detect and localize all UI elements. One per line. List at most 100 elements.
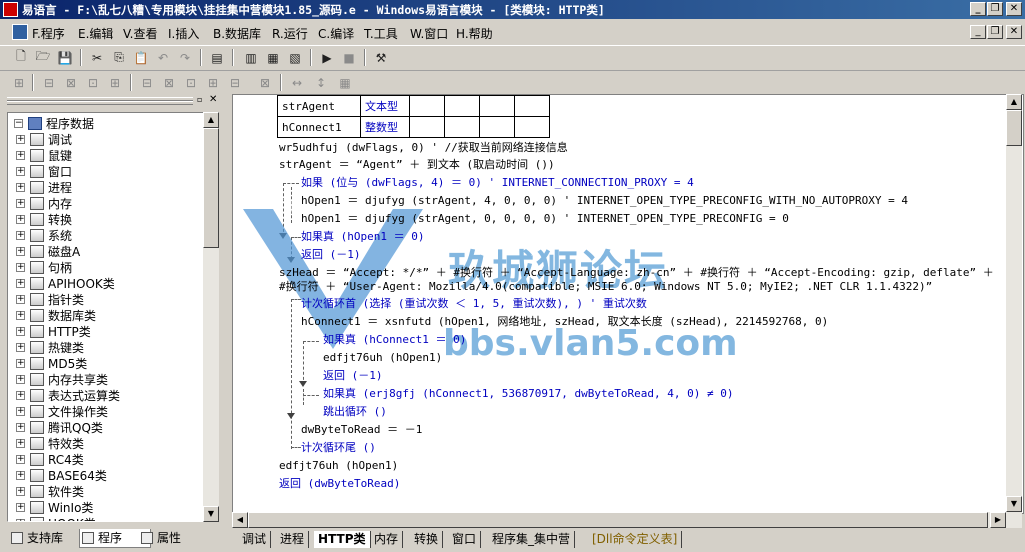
- menu-window[interactable]: W.窗口: [410, 25, 448, 42]
- paste-icon[interactable]: 📋: [132, 49, 150, 66]
- align-bottom-icon[interactable]: ⊞: [106, 74, 124, 91]
- scroll-right-button[interactable]: ▶: [990, 512, 1006, 528]
- run-icon[interactable]: ▶: [318, 49, 336, 66]
- code-line[interactable]: hOpen1 ＝ djufyg (strAgent, 4, 0, 0, 0) '…: [301, 194, 908, 208]
- scroll-left-button[interactable]: ◀: [232, 512, 248, 528]
- panel-grip[interactable]: [7, 101, 193, 105]
- code-line[interactable]: 如果 (位与 (dwFlags, 4) ＝ 0) ' INTERNET_CONN…: [301, 176, 694, 190]
- scroll-thumb[interactable]: [248, 512, 988, 528]
- new-file-icon[interactable]: 🗋: [12, 49, 30, 66]
- expand-icon[interactable]: +: [16, 519, 25, 521]
- code-line[interactable]: 如果真 (hConnect1 ＝ 0): [323, 333, 466, 347]
- code-editor[interactable]: strAgent 文本型 hConnect1 整数型 玖城狮论坛 bbs.vla…: [232, 94, 1024, 514]
- expand-icon[interactable]: +: [16, 487, 25, 496]
- find-icon[interactable]: ▤: [208, 49, 226, 66]
- tree-scrollbar[interactable]: ▲ ▼: [203, 112, 219, 522]
- same-height-icon[interactable]: ⊠: [160, 74, 178, 91]
- expand-icon[interactable]: +: [16, 327, 25, 336]
- h-spacing-icon[interactable]: ⊞: [204, 74, 222, 91]
- code-line[interactable]: 返回 (dwByteToRead): [279, 477, 400, 491]
- var-cell[interactable]: [479, 116, 515, 138]
- expand-icon[interactable]: +: [16, 471, 25, 480]
- copy-icon[interactable]: ⎘: [110, 49, 128, 66]
- mdi-doc-icon[interactable]: [12, 24, 28, 40]
- expand-icon[interactable]: +: [16, 167, 25, 176]
- compile-icon[interactable]: ⚒: [372, 49, 390, 66]
- code-line[interactable]: wr5udhfuj (dwFlags, 0) ' //获取当前网络连接信息: [279, 141, 568, 155]
- expand-icon[interactable]: +: [16, 343, 25, 352]
- save-icon[interactable]: 💾: [56, 49, 74, 66]
- app-icon[interactable]: [3, 2, 18, 17]
- minimize-button[interactable]: _: [970, 2, 986, 16]
- panel-maximize-icon[interactable]: ▫: [197, 95, 202, 104]
- close-button[interactable]: ✕: [1006, 2, 1022, 16]
- layout-1-icon[interactable]: ▥: [242, 49, 260, 66]
- scroll-up-button[interactable]: ▲: [203, 112, 219, 128]
- expand-icon[interactable]: +: [16, 375, 25, 384]
- scroll-down-button[interactable]: ▼: [203, 506, 219, 522]
- var-type[interactable]: 文本型: [360, 95, 410, 117]
- code-line[interactable]: 计次循环尾 (): [301, 441, 376, 455]
- same-size-icon[interactable]: ⊡: [182, 74, 200, 91]
- program-tree[interactable]: − 程序数据 + 调试 + 鼠键 + 窗口 + 进程 + 内存 + 转换 + 系统 + 磁盘A + 句柄 + APIH…: [7, 112, 205, 522]
- tab-assembly[interactable]: 程序集_集中营: [488, 531, 576, 548]
- tab-memory[interactable]: 内存: [370, 531, 404, 548]
- table-row[interactable]: strAgent 文本型: [277, 95, 550, 117]
- code-line[interactable]: 如果真 (hOpen1 ＝ 0): [301, 230, 424, 244]
- expand-icon[interactable]: +: [16, 503, 25, 512]
- code-line[interactable]: edfjt76uh (hOpen1): [279, 459, 398, 473]
- var-type[interactable]: 整数型: [360, 116, 410, 138]
- grid-icon[interactable]: ▦: [336, 74, 354, 91]
- expand-icon[interactable]: +: [16, 151, 25, 160]
- panel-splitter[interactable]: [222, 94, 232, 550]
- align-left-icon[interactable]: ⊞: [10, 74, 28, 91]
- menu-view[interactable]: V.查看: [123, 25, 157, 42]
- undo-icon[interactable]: ↶: [154, 49, 172, 66]
- center-horizontal-icon[interactable]: ↔: [288, 74, 306, 91]
- menu-tools[interactable]: T.工具: [364, 25, 398, 42]
- center-vertical-icon[interactable]: ↕: [312, 74, 330, 91]
- layout-3-icon[interactable]: ▧: [286, 49, 304, 66]
- expand-icon[interactable]: +: [16, 391, 25, 400]
- code-line[interactable]: 如果真 (erj8gfj (hConnect1, 536870917, dwBy…: [323, 387, 734, 401]
- expand-icon[interactable]: +: [16, 359, 25, 368]
- expand-icon[interactable]: +: [16, 455, 25, 464]
- code-line[interactable]: 返回 (－1): [323, 369, 383, 383]
- var-name[interactable]: hConnect1: [277, 116, 361, 138]
- layout-2-icon[interactable]: ▦: [264, 49, 282, 66]
- expand-icon[interactable]: +: [16, 183, 25, 192]
- menu-insert[interactable]: I.插入: [168, 25, 199, 42]
- scroll-thumb[interactable]: [203, 128, 219, 248]
- tab-process[interactable]: 进程: [276, 531, 310, 548]
- tab-properties[interactable]: 属性: [139, 529, 209, 547]
- code-line[interactable]: 返回 (－1): [301, 248, 361, 262]
- mdi-close-button[interactable]: ✕: [1006, 25, 1022, 39]
- restore-button[interactable]: ❐: [987, 2, 1003, 16]
- expand-icon[interactable]: +: [16, 423, 25, 432]
- expand-icon[interactable]: +: [16, 135, 25, 144]
- menu-edit[interactable]: E.编辑: [78, 25, 113, 42]
- tab-window[interactable]: 窗口: [448, 531, 482, 548]
- mdi-restore-button[interactable]: ❐: [987, 25, 1003, 39]
- menu-program[interactable]: F.程序: [32, 25, 65, 42]
- code-line[interactable]: 跳出循环 (): [323, 405, 387, 419]
- menu-database[interactable]: B.数据库: [213, 25, 261, 42]
- expand-icon[interactable]: +: [16, 231, 25, 240]
- code-line[interactable]: dwByteToRead ＝ －1: [301, 423, 422, 437]
- var-cell[interactable]: [514, 116, 550, 138]
- expand-icon[interactable]: +: [16, 263, 25, 272]
- expand-icon[interactable]: +: [16, 295, 25, 304]
- var-cell[interactable]: [444, 116, 480, 138]
- expand-icon[interactable]: +: [16, 407, 25, 416]
- var-cell[interactable]: [444, 95, 480, 117]
- var-cell[interactable]: [479, 95, 515, 117]
- code-line[interactable]: #换行符 ＋ “User-Agent: Mozilla/4.0(compatib…: [279, 280, 932, 294]
- var-name[interactable]: strAgent: [277, 95, 361, 117]
- expand-icon[interactable]: +: [16, 215, 25, 224]
- same-width-icon[interactable]: ⊟: [138, 74, 156, 91]
- code-line[interactable]: hOpen1 ＝ djufyg (strAgent, 0, 0, 0, 0) '…: [301, 212, 789, 226]
- expand-icon[interactable]: +: [16, 279, 25, 288]
- expand-icon[interactable]: +: [16, 439, 25, 448]
- code-vscrollbar[interactable]: ▲ ▼: [1006, 94, 1022, 512]
- stop-icon[interactable]: ■: [340, 49, 358, 66]
